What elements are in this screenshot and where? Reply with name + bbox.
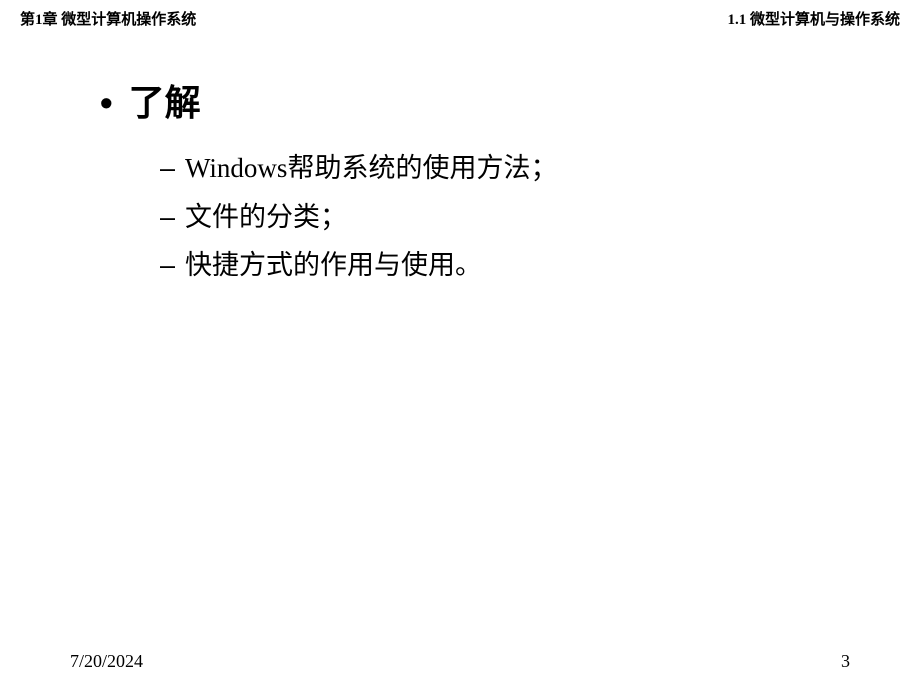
header-section-title: 1.1 微型计算机与操作系统 bbox=[727, 8, 900, 29]
dash-icon: – bbox=[160, 193, 175, 242]
footer-page-number: 3 bbox=[841, 651, 850, 672]
bullet-icon: • bbox=[100, 82, 113, 124]
footer-date: 7/20/2024 bbox=[70, 651, 143, 672]
list-item-text: Windows帮助系统的使用方法； bbox=[185, 144, 557, 193]
dash-icon: – bbox=[160, 144, 175, 193]
list-item: – 文件的分类； bbox=[160, 193, 850, 242]
list-item-text: 快捷方式的作用与使用。 bbox=[185, 241, 482, 290]
bullet-heading-text: 了解 bbox=[129, 74, 201, 126]
list-item: – 快捷方式的作用与使用。 bbox=[160, 241, 850, 290]
bullet-heading: • 了解 bbox=[100, 74, 850, 126]
list-item: – Windows帮助系统的使用方法； bbox=[160, 144, 850, 193]
header-chapter-title: 第1章 微型计算机操作系统 bbox=[20, 8, 196, 29]
slide-content: • 了解 – Windows帮助系统的使用方法； – 文件的分类； – 快捷方式… bbox=[0, 29, 920, 290]
sub-item-list: – Windows帮助系统的使用方法； – 文件的分类； – 快捷方式的作用与使… bbox=[160, 144, 850, 290]
list-item-text: 文件的分类； bbox=[185, 193, 347, 242]
slide-footer: 7/20/2024 3 bbox=[0, 651, 920, 672]
dash-icon: – bbox=[160, 241, 175, 290]
slide-header: 第1章 微型计算机操作系统 1.1 微型计算机与操作系统 bbox=[0, 0, 920, 29]
